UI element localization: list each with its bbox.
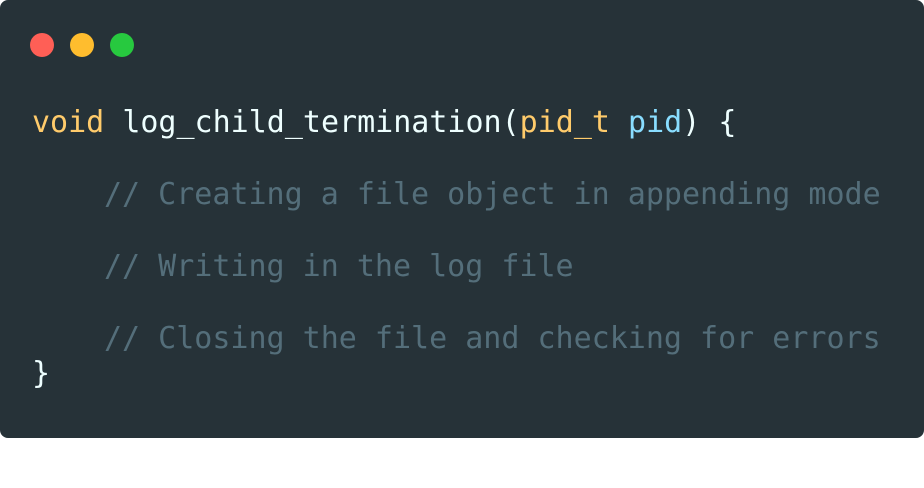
comment-line-1: // Creating a file object in appending m… xyxy=(104,177,881,212)
code-window: void log_child_termination(pid_t pid) { … xyxy=(0,0,924,438)
code-block: void log_child_termination(pid_t pid) { … xyxy=(32,103,881,488)
closing-brace: } xyxy=(32,356,51,391)
signature-close: ) { xyxy=(682,105,737,140)
param-name: pid xyxy=(628,105,683,140)
maximize-dot-icon[interactable] xyxy=(110,33,134,57)
param-type: pid_t xyxy=(519,105,610,140)
comment-line-3: // Closing the file and checking for err… xyxy=(104,321,881,356)
function-signature-line: void log_child_termination(pid_t pid) { xyxy=(32,103,736,143)
close-dot-icon[interactable] xyxy=(30,33,54,57)
function-name: log_child_termination xyxy=(122,105,502,140)
window-controls xyxy=(30,33,134,57)
comment-line-2: // Writing in the log file xyxy=(104,249,574,284)
minimize-dot-icon[interactable] xyxy=(70,33,94,57)
return-type: void xyxy=(32,105,105,140)
open-paren: ( xyxy=(501,105,520,140)
